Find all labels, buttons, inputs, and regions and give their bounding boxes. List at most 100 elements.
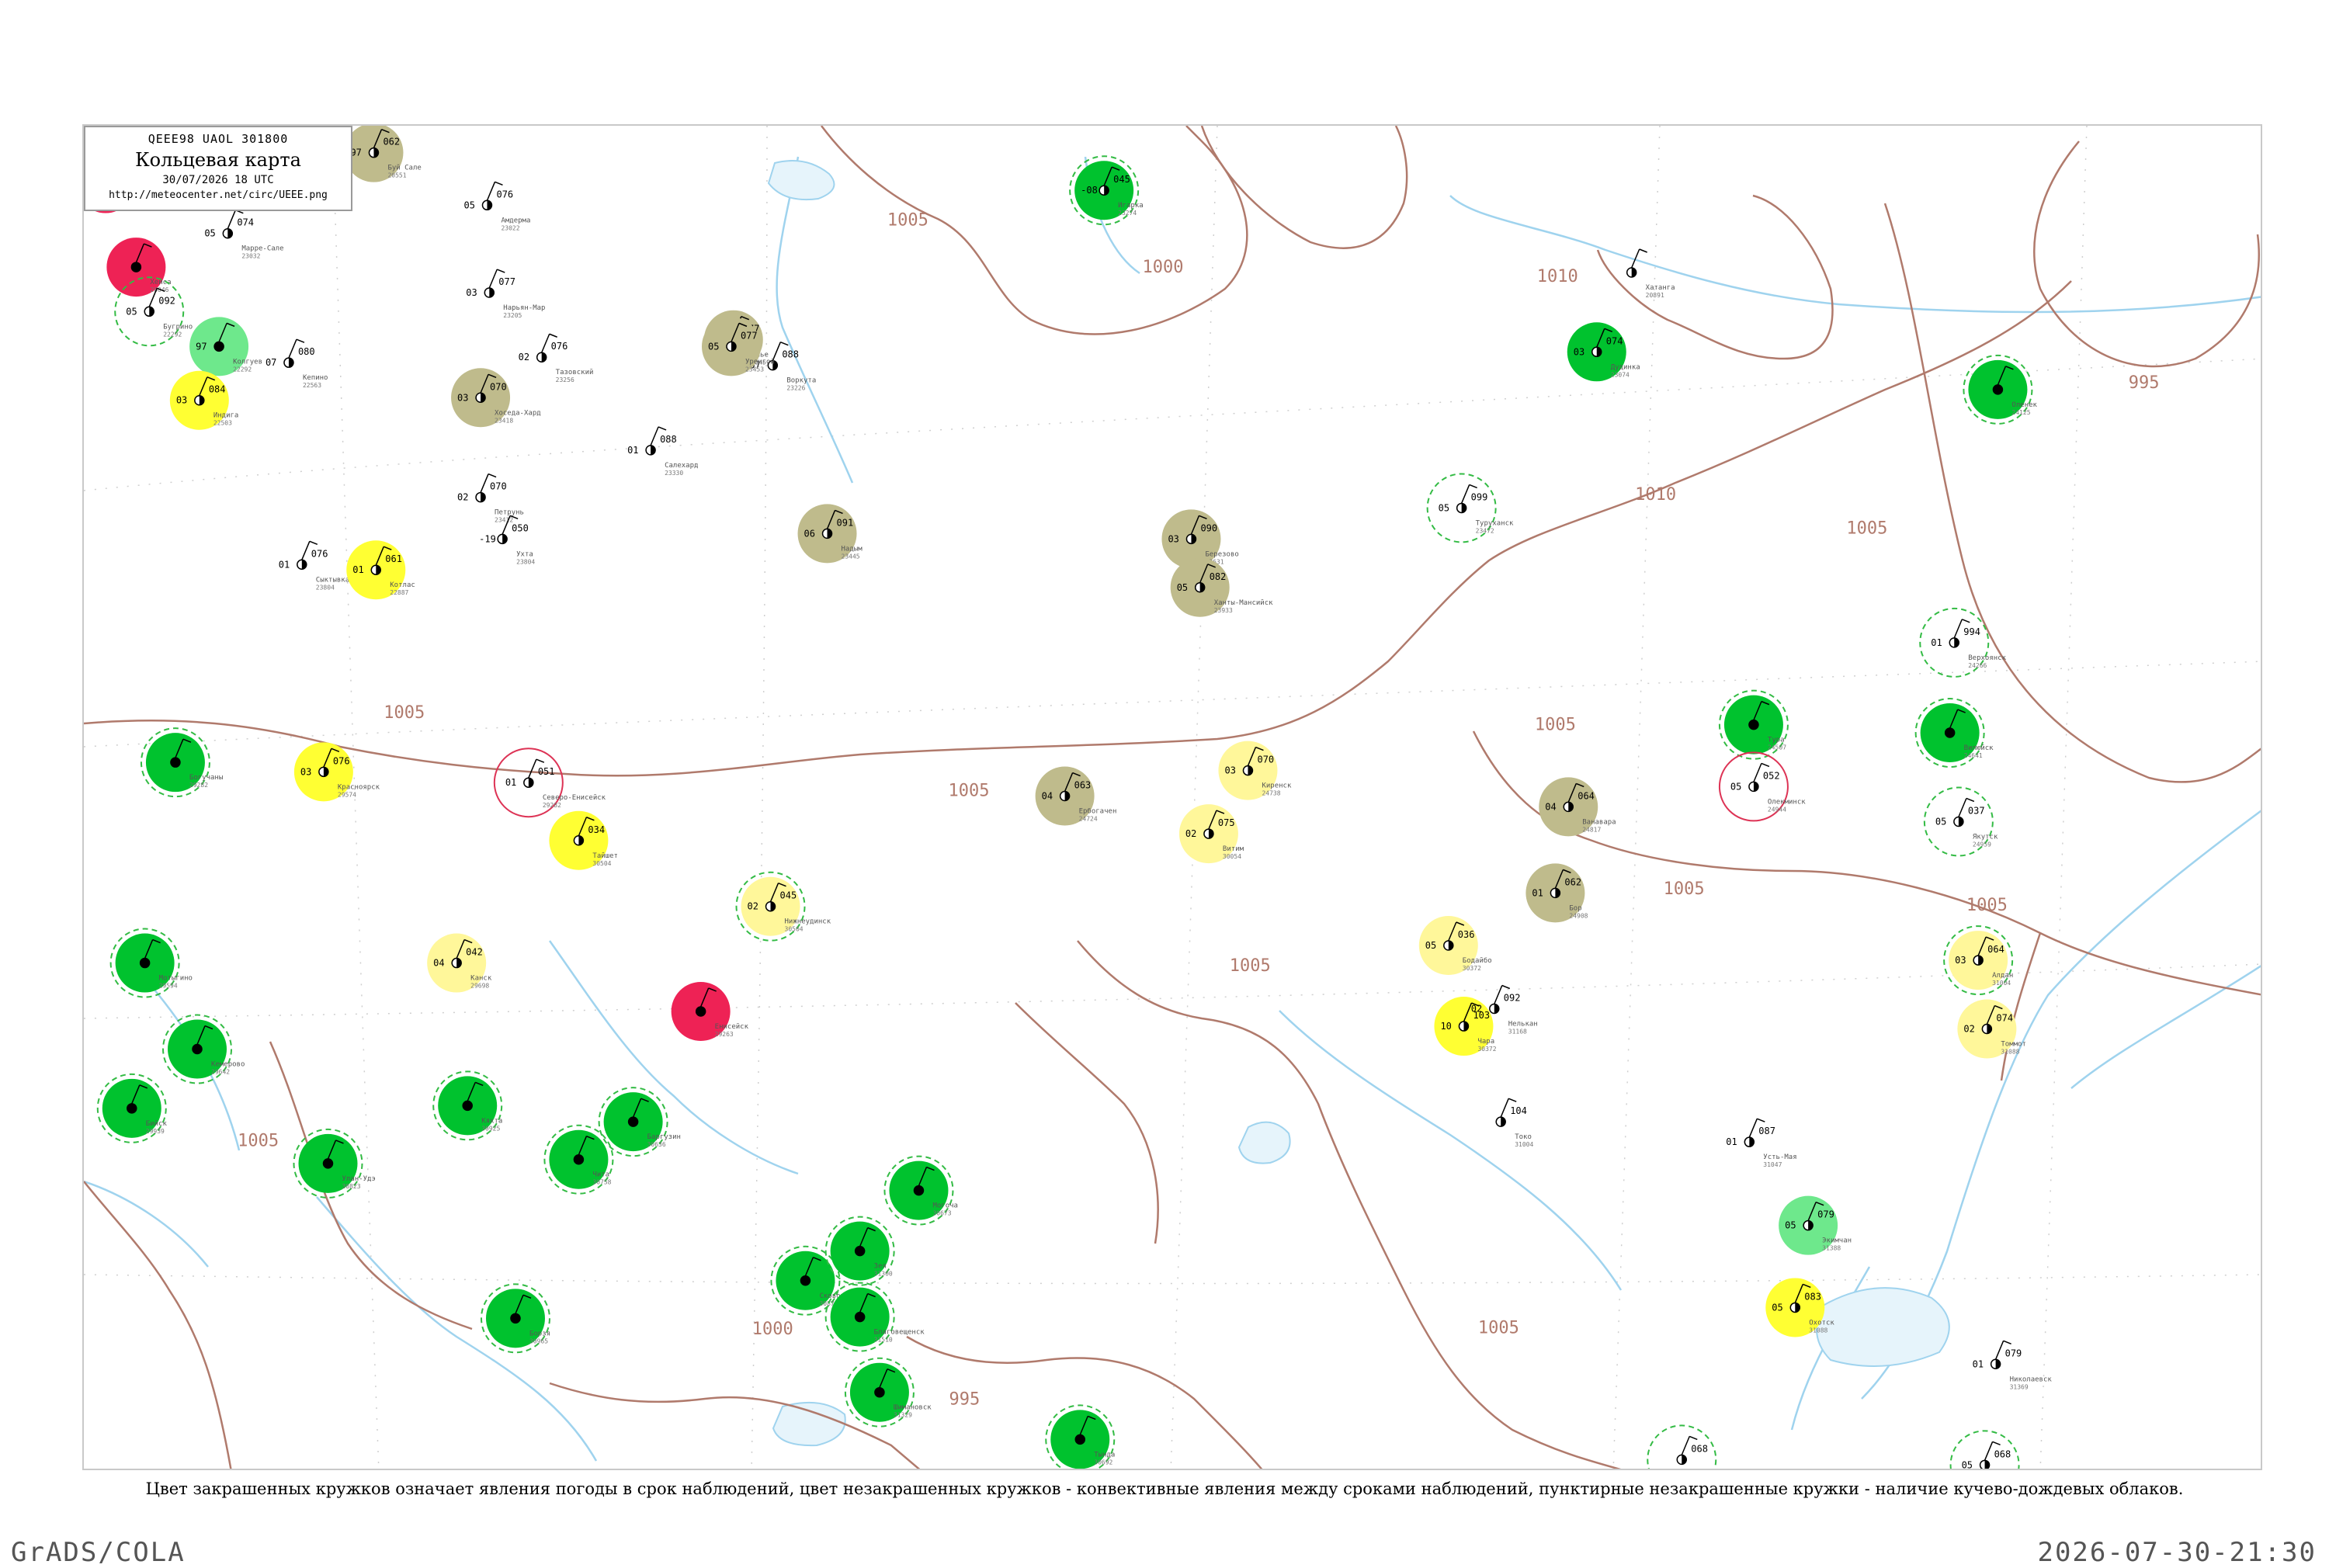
station-marker[interactable]: 063 04 Ербогачен24724 bbox=[1035, 766, 1117, 826]
station-marker[interactable]: Мотыгино29594 bbox=[109, 928, 193, 998]
station-id: 30673 bbox=[932, 1210, 951, 1217]
station-name: Витим bbox=[1223, 845, 1244, 853]
station-marker[interactable]: 042 04 Канск29698 bbox=[427, 933, 492, 993]
station-marker[interactable]: 087 01 Усть-Мая31047 bbox=[1726, 1118, 1797, 1168]
station-marker[interactable]: 06805Аян31368 bbox=[1949, 1430, 2020, 1470]
station-marker[interactable]: 061 01 Котлас22887 bbox=[346, 540, 415, 600]
station-marker[interactable]: 099 05 Туруханск23472 bbox=[1426, 473, 1514, 543]
isobar-label: 1005 bbox=[1478, 1318, 1519, 1337]
station-temperature: 03 bbox=[466, 287, 477, 298]
station-marker[interactable]: Вилюйск24641 bbox=[1914, 698, 1994, 768]
station-marker[interactable]: 037 05 Якутск24959 bbox=[1923, 786, 1998, 857]
station-id: 31369 bbox=[2010, 1383, 2029, 1390]
station-temperature: -19 bbox=[479, 533, 496, 544]
wind-feather-icon bbox=[1639, 248, 1647, 253]
station-marker[interactable]: Кяхта30925 bbox=[432, 1070, 502, 1141]
station-name: Зея bbox=[874, 1263, 887, 1271]
station-temperature: 02 bbox=[519, 352, 529, 363]
station-marker[interactable]: 06297Буй Сале20551 bbox=[344, 126, 422, 182]
station-marker[interactable]: 036 05 Бодайбо30372 bbox=[1418, 916, 1492, 976]
station-marker[interactable]: Оленек24125 bbox=[1963, 354, 2038, 425]
station-id: 29939 bbox=[146, 1128, 165, 1135]
station-marker[interactable]: 068Хабаровск31735 bbox=[1647, 1424, 1734, 1470]
station-marker[interactable]: Чита30758 bbox=[543, 1124, 614, 1195]
station-pressure: 062 bbox=[383, 137, 400, 147]
station-temperature: 02 bbox=[1963, 1024, 1974, 1035]
station-id: 30504 bbox=[592, 860, 611, 867]
station-marker[interactable]: Богучаны29282 bbox=[140, 727, 223, 798]
station-marker[interactable]: 052 05 Олекминск24944 bbox=[1718, 751, 1806, 822]
wind-barb-icon bbox=[301, 540, 311, 560]
station-temperature: 01 bbox=[1931, 637, 1942, 648]
station-name: Могоча bbox=[932, 1202, 958, 1210]
station-marker[interactable]: 045 02 Нижнеудинск30504 bbox=[735, 871, 831, 942]
station-marker[interactable]: 074 05 Марре-Сале23032 bbox=[204, 210, 284, 260]
station-pressure: 070 bbox=[1257, 755, 1274, 765]
station-marker[interactable]: 074 03 Дудинка23074 bbox=[1567, 322, 1640, 382]
station-id: 22503 bbox=[213, 420, 232, 427]
station-marker[interactable]: 062 01 Бор24908 bbox=[1525, 863, 1588, 923]
station-marker[interactable]: 064 03 Алдан31004 bbox=[1943, 925, 2013, 996]
station-name: Ванавара bbox=[1582, 818, 1616, 826]
station-temperature: 03 bbox=[1168, 533, 1178, 544]
station-marker[interactable]: 091 06 Надым23445 bbox=[797, 504, 863, 564]
station-name: Чара bbox=[1477, 1038, 1494, 1046]
station-marker[interactable]: Енисейск29263 bbox=[671, 981, 749, 1041]
station-marker[interactable]: Бийск29939 bbox=[96, 1073, 168, 1143]
station-marker[interactable]: Хейса20046 bbox=[106, 238, 171, 297]
station-id: 31088 bbox=[2001, 1049, 2019, 1056]
station-marker[interactable]: Тура24507 bbox=[1718, 689, 1789, 760]
overcast-icon bbox=[874, 1387, 884, 1397]
station-marker[interactable]: 034 Тайшет30504 bbox=[549, 810, 618, 870]
station-temperature: 05 bbox=[708, 341, 719, 352]
station-marker[interactable]: 050 -19 Ухта23804 bbox=[479, 515, 535, 565]
station-id: 24944 bbox=[1768, 806, 1786, 813]
station-marker[interactable]: Хатанга20891 bbox=[1626, 248, 1675, 299]
station-marker[interactable]: 10310Чара30372 bbox=[1434, 997, 1497, 1056]
station-marker[interactable]: 077 05 Уренгой23453 bbox=[701, 317, 775, 376]
station-marker[interactable]: 080 07 Кепино22563 bbox=[266, 338, 328, 389]
station-name: Енисейск bbox=[715, 1023, 749, 1031]
station-marker[interactable]: 104 Токо31004 bbox=[1495, 1098, 1533, 1148]
station-marker[interactable]: Зея31300 bbox=[824, 1216, 895, 1286]
isobar-label: 1000 bbox=[1143, 258, 1184, 277]
station-marker[interactable]: 07601Сыктывкар23804 bbox=[279, 540, 354, 591]
station-pressure: 092 bbox=[158, 295, 175, 306]
station-name: Чита bbox=[592, 1171, 609, 1179]
station-marker[interactable]: 97 Колгуев22292 bbox=[189, 317, 262, 376]
station-temperature: 05 bbox=[1785, 1220, 1796, 1231]
station-name: Хатанга bbox=[1646, 284, 1675, 292]
station-id: 23330 bbox=[665, 470, 683, 477]
station-name: Тазовский bbox=[556, 369, 594, 376]
station-marker[interactable]: 076 05 Амдерма23022 bbox=[463, 181, 530, 231]
station-marker[interactable]: 082 05 Ханты-Мансийск23933 bbox=[1170, 557, 1273, 617]
station-marker[interactable]: 051 01 Северо-Енисейск29282 bbox=[493, 748, 606, 818]
station-marker[interactable]: 070 03 Киренск24738 bbox=[1218, 741, 1292, 800]
station-marker[interactable]: 064 04 Ванавара24817 bbox=[1539, 777, 1616, 837]
station-name: Мотыгино bbox=[159, 975, 193, 983]
station-id: 30925 bbox=[481, 1125, 500, 1132]
wind-feather-icon bbox=[1508, 1098, 1517, 1102]
station-marker[interactable]: Кемерово29642 bbox=[162, 1014, 245, 1084]
station-marker[interactable]: Могоча30673 bbox=[883, 1155, 958, 1226]
station-marker[interactable]: Тында30692 bbox=[1045, 1404, 1115, 1470]
isobar-label: 995 bbox=[2129, 373, 2160, 393]
station-marker[interactable]: Шимановск31329 bbox=[844, 1357, 932, 1428]
wind-barb-icon bbox=[1753, 763, 1762, 782]
station-marker[interactable]: 083 05 Охотск31088 bbox=[1765, 1278, 1834, 1337]
station-id: 23472 bbox=[1476, 527, 1494, 534]
station-marker[interactable]: 088 01 Салехард23330 bbox=[627, 426, 698, 477]
station-marker[interactable]: 084 03 Индига22503 bbox=[169, 370, 239, 430]
station-marker[interactable]: 079 05 Экимчан31388 bbox=[1779, 1195, 1852, 1255]
station-marker[interactable]: 077 03 Нарьян-Мар23205 bbox=[466, 269, 545, 319]
station-marker[interactable]: Борзя30965 bbox=[480, 1283, 550, 1354]
station-marker[interactable]: 075 02 Витим30054 bbox=[1178, 804, 1244, 864]
station-marker[interactable]: 076 02 Тазовский23256 bbox=[519, 333, 594, 383]
station-marker[interactable]: 079 01 Николаевск31369 bbox=[1973, 1340, 2053, 1390]
station-marker[interactable]: 045 -08 Игарка23274 bbox=[1069, 155, 1144, 226]
station-marker[interactable]: Баргузин30636 bbox=[598, 1087, 681, 1157]
station-marker[interactable]: 070 02 Петрунь23412 bbox=[457, 473, 524, 524]
station-pressure: 050 bbox=[512, 522, 529, 533]
station-marker[interactable]: 070 03 Хоседа-Хард23418 bbox=[451, 368, 541, 428]
wind-feather-icon bbox=[1761, 762, 1770, 768]
